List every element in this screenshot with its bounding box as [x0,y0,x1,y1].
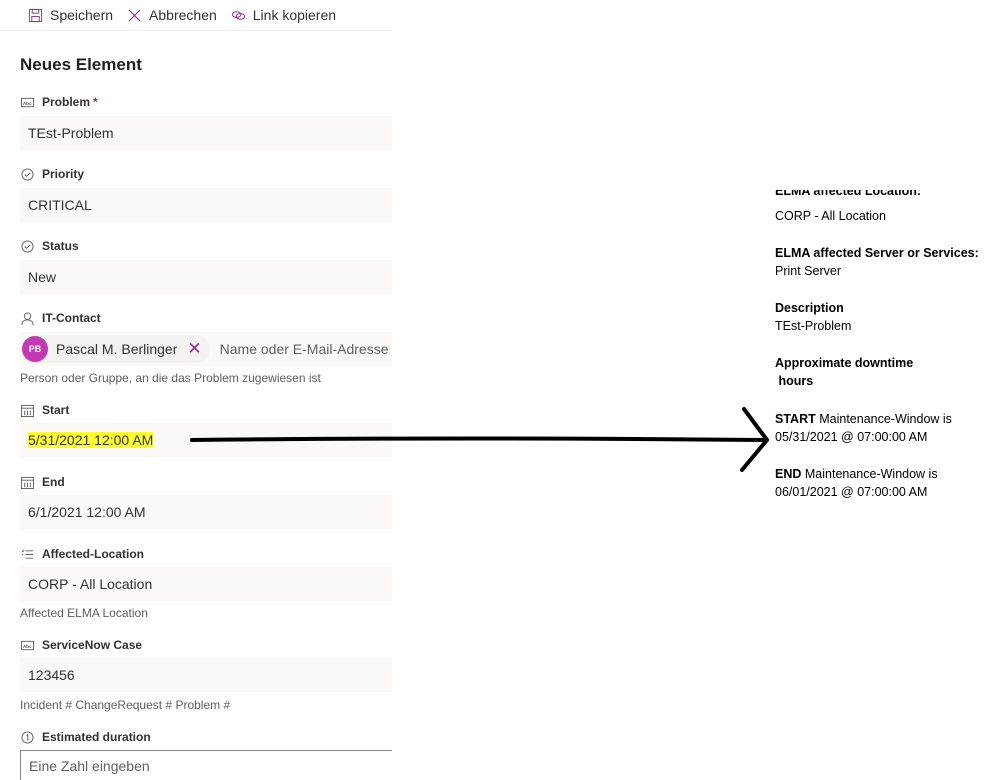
email-description: Description TEst-Problem [775,301,852,333]
email-downtime: Approximate downtime hours [775,356,914,388]
email-servers: ELMA affected Server or Services: Print S… [775,246,979,278]
email-start: START Maintenance-Window is 05/31/2021 @ … [775,412,952,444]
email-location: CORP - All Location [775,209,886,223]
arrow-shaft [190,436,768,442]
email-cut-label: ELMA affected Location: [775,190,922,198]
email-end: END Maintenance-Window is 06/01/2021 @ 07… [775,467,938,499]
